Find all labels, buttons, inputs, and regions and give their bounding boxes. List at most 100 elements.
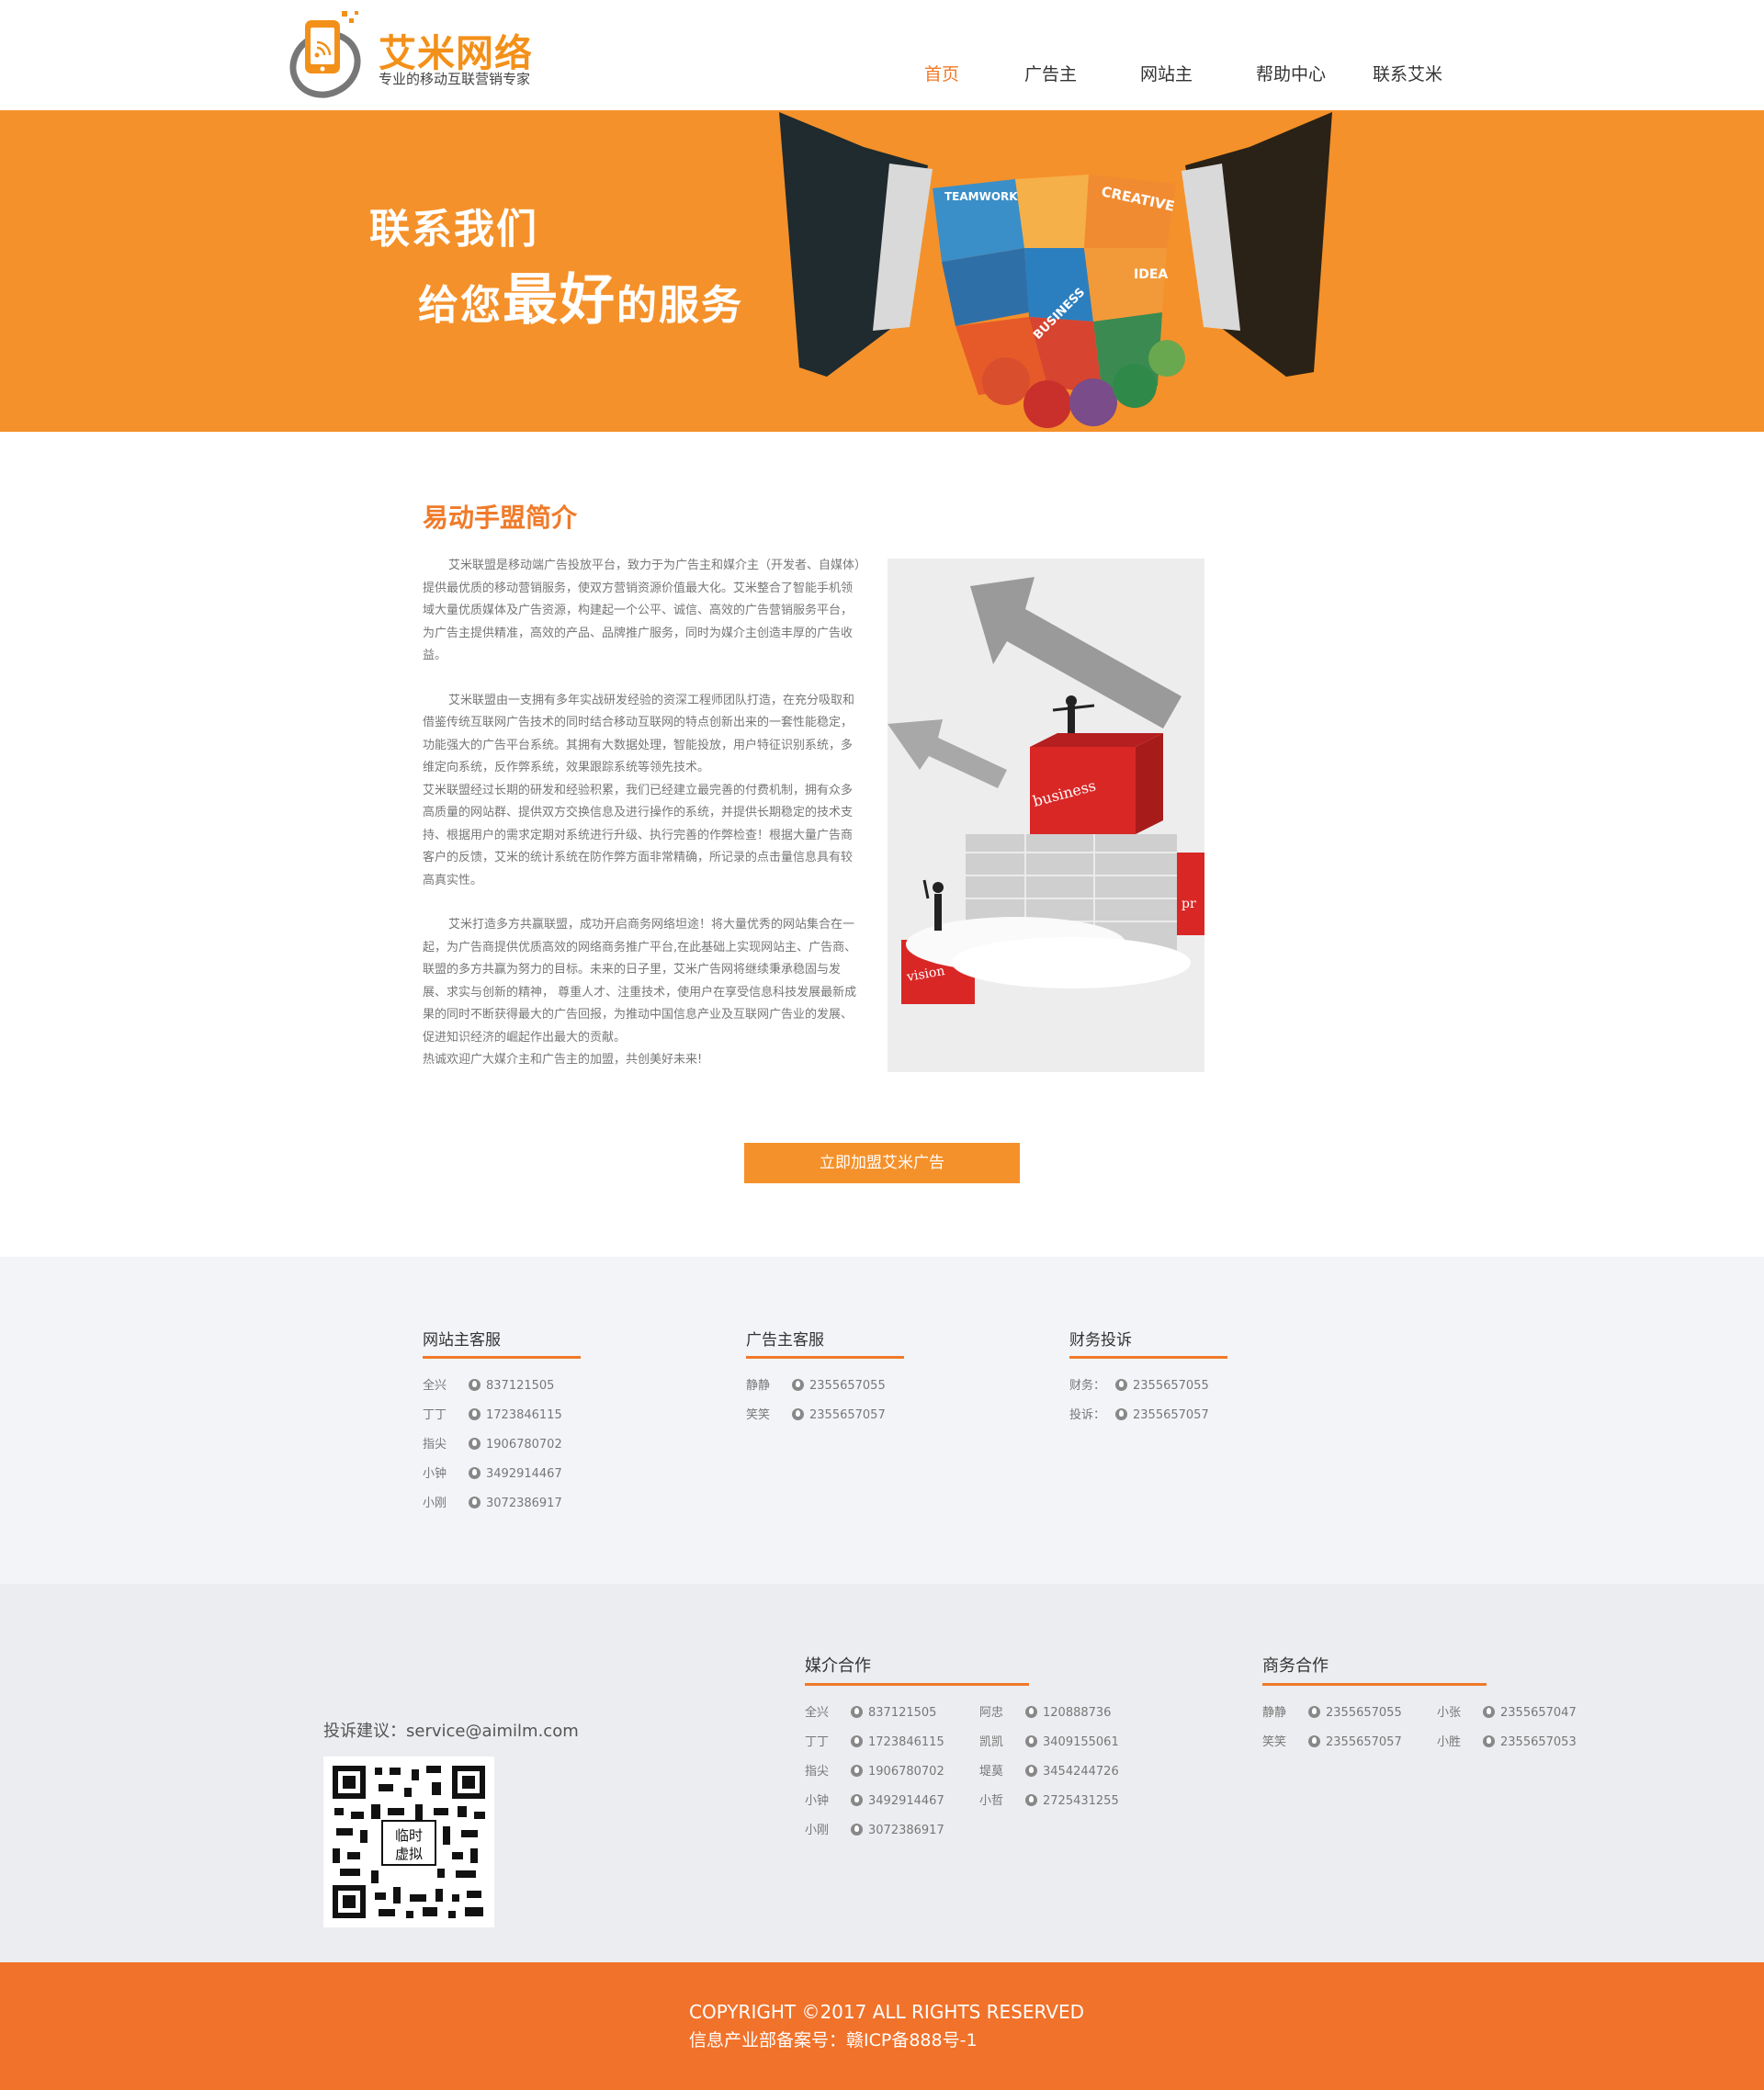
contact-qq: 837121505 <box>868 1706 937 1720</box>
contact-item[interactable]: 指尖 1906780702 <box>805 1757 944 1787</box>
contact-name: 笑笑 <box>1262 1735 1287 1749</box>
contact-qq: 1723846115 <box>486 1408 562 1422</box>
join-now-button[interactable]: 立即加盟艾米广告 <box>744 1143 1020 1183</box>
qr-code: 临时 虚拟 <box>323 1757 494 1927</box>
qq-icon <box>469 1467 481 1479</box>
contact-item[interactable]: 投诉： 2355657057 <box>1069 1401 1227 1430</box>
nav-website-owner[interactable]: 网站主 <box>1140 61 1193 85</box>
contact-item[interactable]: 堤莫 3454244726 <box>979 1757 1119 1787</box>
service-column-title: 广告主客服 <box>746 1327 904 1359</box>
banner-sub-emphasis: 最好 <box>503 268 616 333</box>
contact-name: 小钟 <box>805 1794 830 1808</box>
customer-service-section: 网站主客服 全兴 837121505 丁丁 1723846115 指尖 1906780… <box>0 1257 1764 1584</box>
qq-icon <box>1025 1706 1037 1718</box>
qq-icon <box>469 1379 481 1391</box>
icp-record-text: 信息产业部备案号：赣ICP备888号-1 <box>689 2030 978 2050</box>
contact-item[interactable]: 全兴 837121505 <box>423 1372 581 1401</box>
contact-name: 凯凯 <box>979 1735 1004 1749</box>
intro-paragraph: 艾米联盟经过长期的研发和经验积累，我们已经建立最完善的付费机制，拥有众多高质量的… <box>423 783 854 887</box>
contact-item[interactable]: 小哲 2725431255 <box>979 1787 1119 1816</box>
service-column-title: 财务投诉 <box>1069 1327 1227 1359</box>
contact-item[interactable]: 财务： 2355657055 <box>1069 1372 1227 1401</box>
contact-qq: 2355657047 <box>1500 1706 1577 1720</box>
intro-paragraph: 艾米联盟是移动端广告投放平台，致力于为广告主和媒介主（开发者、自媒体）提供最优质… <box>423 559 861 662</box>
qq-icon <box>1483 1706 1495 1718</box>
nav-contact[interactable]: 联系艾米 <box>1373 61 1442 85</box>
contact-item[interactable]: 小张 2355657047 <box>1437 1699 1577 1728</box>
contact-list: 全兴 837121505 丁丁 1723846115 指尖 1906780702 小钟… <box>805 1699 944 1846</box>
contact-item[interactable]: 指尖 1906780702 <box>423 1430 581 1460</box>
contact-item[interactable]: 笑笑 2355657057 <box>746 1401 904 1430</box>
contact-list: 静静 2355657055 笑笑 2355657057 <box>1262 1699 1402 1757</box>
service-column-finance: 财务投诉 财务： 2355657055 投诉： 2355657057 <box>1069 1327 1227 1430</box>
qq-icon <box>1025 1735 1037 1747</box>
contact-item[interactable]: 丁丁 1723846115 <box>805 1728 944 1757</box>
main-nav: 首页 广告主 网站主 帮助中心 联系艾米 <box>0 61 1764 88</box>
contact-qq: 2355657055 <box>1133 1379 1209 1393</box>
contact-qq: 2355657053 <box>1500 1735 1577 1749</box>
qq-icon <box>792 1408 804 1420</box>
contact-item[interactable]: 凯凯 3409155061 <box>979 1728 1119 1757</box>
contact-list: 财务： 2355657055 投诉： 2355657057 <box>1069 1372 1227 1430</box>
intro-paragraph: 艾米打造多方共赢联盟，成功开启商务网络坦途！将大量优秀的网站集合在一起，为广告商… <box>423 918 857 1045</box>
intro-title: 易动手盟简介 <box>423 503 578 533</box>
qq-icon <box>851 1706 863 1718</box>
contact-qq: 3492914467 <box>486 1467 562 1481</box>
contact-name: 指尖 <box>423 1438 447 1452</box>
contact-qq: 2355657057 <box>1326 1735 1402 1749</box>
qr-label-1: 临时 <box>395 1827 423 1844</box>
nav-advertiser[interactable]: 广告主 <box>1024 61 1077 85</box>
nav-help-center[interactable]: 帮助中心 <box>1256 61 1326 85</box>
contact-qq: 3072386917 <box>486 1497 562 1510</box>
contact-list: 全兴 837121505 丁丁 1723846115 指尖 1906780702 小钟… <box>423 1372 581 1519</box>
site-header: 艾米网络 专业的移动互联营销专家 首页 广告主 网站主 帮助中心 联系艾米 <box>0 0 1764 110</box>
contact-name: 全兴 <box>423 1379 447 1393</box>
business-arrows-illustration: business pr vision <box>888 559 1204 1072</box>
qq-icon <box>1483 1735 1495 1747</box>
art-word-idea: IDEA <box>1134 267 1168 282</box>
contact-item[interactable]: 全兴 837121505 <box>805 1699 944 1728</box>
qq-icon <box>1308 1735 1320 1747</box>
contact-qq: 1906780702 <box>486 1438 562 1452</box>
contact-item[interactable]: 小钟 3492914467 <box>805 1787 944 1816</box>
contact-qq: 3409155061 <box>1043 1735 1119 1749</box>
nav-home[interactable]: 首页 <box>924 61 959 85</box>
contact-name: 阿忠 <box>979 1706 1004 1720</box>
service-column-website-owner: 网站主客服 全兴 837121505 丁丁 1723846115 指尖 1906780… <box>423 1327 581 1519</box>
contact-name: 投诉： <box>1069 1408 1106 1422</box>
contact-name: 静静 <box>1262 1706 1287 1720</box>
contact-item[interactable]: 小刚 3072386917 <box>805 1816 944 1846</box>
contact-name: 丁丁 <box>423 1408 447 1422</box>
contact-qq: 3492914467 <box>868 1794 944 1808</box>
contact-item[interactable]: 小钟 3492914467 <box>423 1460 581 1489</box>
contact-item[interactable]: 静静 2355657055 <box>1262 1699 1402 1728</box>
qq-icon <box>469 1438 481 1450</box>
contact-name: 小哲 <box>979 1794 1004 1808</box>
contact-name: 小刚 <box>423 1497 447 1510</box>
contact-name: 小刚 <box>805 1824 830 1837</box>
banner-sub-post: 的服务 <box>616 282 743 329</box>
banner-sub-pre: 给您 <box>418 282 503 329</box>
qr-code-graphic: 临时 虚拟 <box>323 1757 494 1927</box>
contact-list: 阿忠 120888736 凯凯 3409155061 堤莫 3454244726 小哲… <box>979 1699 1119 1816</box>
contact-qq: 3072386917 <box>868 1824 944 1837</box>
contact-qq: 2355657055 <box>809 1379 886 1393</box>
contact-item[interactable]: 阿忠 120888736 <box>979 1699 1119 1728</box>
complaint-email[interactable]: 投诉建议：service@aimilm.com <box>323 1718 579 1742</box>
contact-item[interactable]: 丁丁 1723846115 <box>423 1401 581 1430</box>
contact-qq: 120888736 <box>1043 1706 1112 1720</box>
contact-item[interactable]: 静静 2355657055 <box>746 1372 904 1401</box>
contact-item[interactable]: 笑笑 2355657057 <box>1262 1728 1402 1757</box>
handshake-puzzle-illustration: TEAMWORK CREATIVE IDEA BUSINESS <box>779 112 1332 428</box>
contact-item[interactable]: 小刚 3072386917 <box>423 1489 581 1519</box>
qq-icon <box>792 1379 804 1391</box>
qq-icon <box>1115 1408 1127 1420</box>
service-column-title: 网站主客服 <box>423 1327 581 1359</box>
contact-item[interactable]: 小胜 2355657053 <box>1437 1728 1577 1757</box>
contact-name: 笑笑 <box>746 1408 771 1422</box>
contact-name: 小钟 <box>423 1467 447 1481</box>
contact-qq: 3454244726 <box>1043 1765 1119 1779</box>
footer-contact-section: 投诉建议：service@aimilm.com 临时 虚拟 媒介合作 全兴 83… <box>0 1584 1764 1962</box>
contact-qq: 2355657055 <box>1326 1706 1402 1720</box>
contact-qq: 1723846115 <box>868 1735 944 1749</box>
